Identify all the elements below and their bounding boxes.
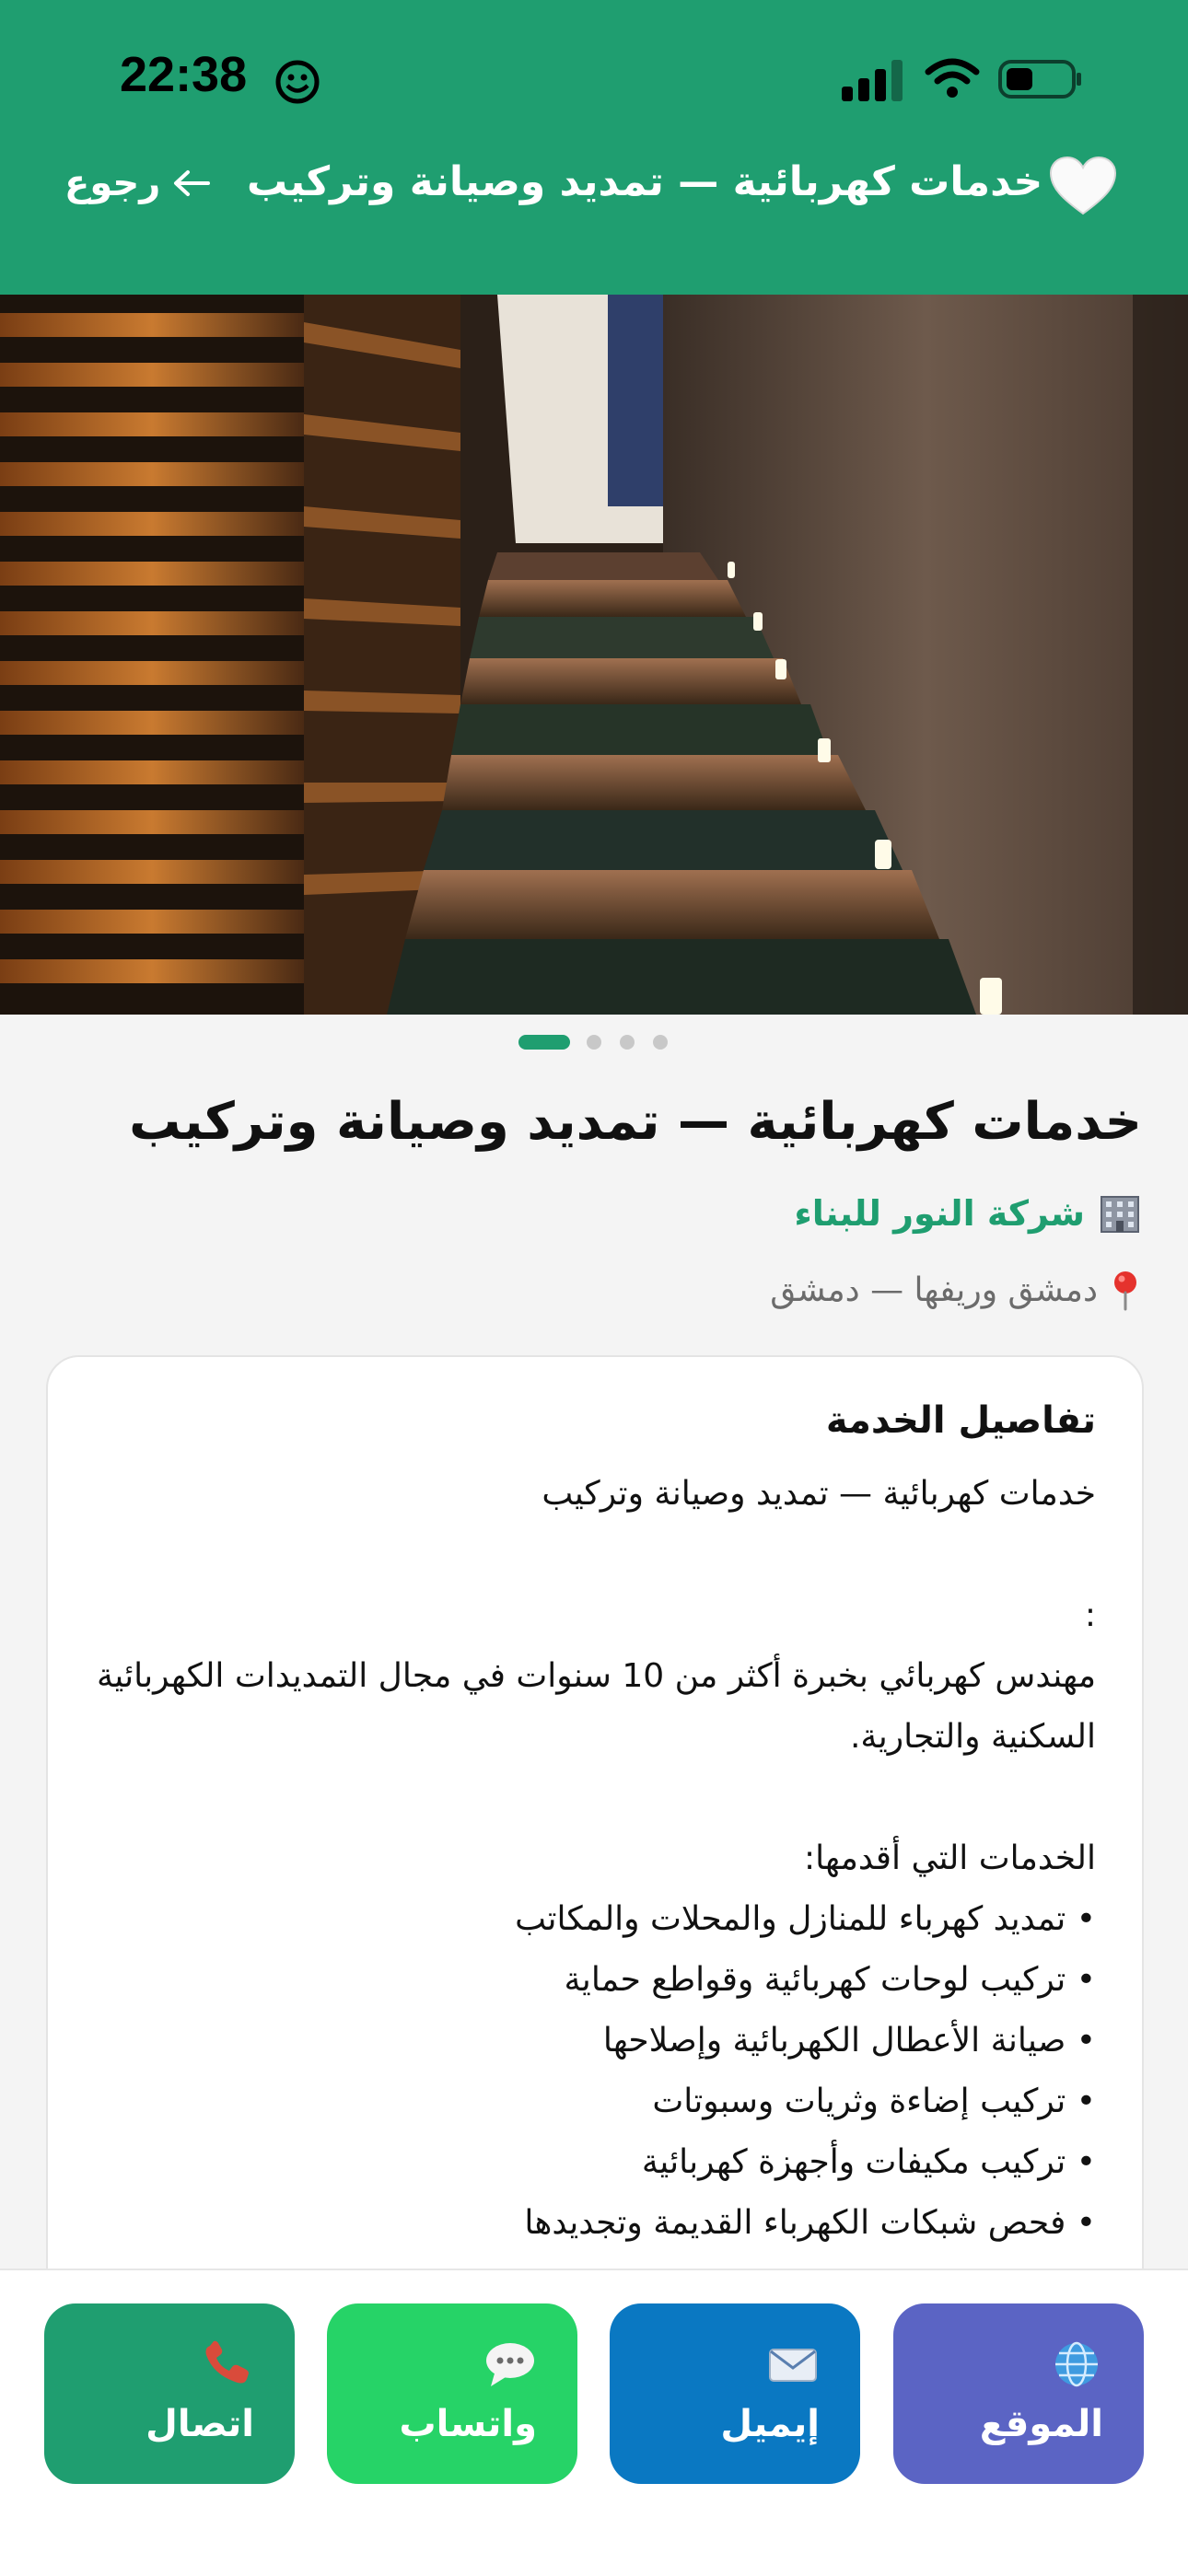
battery-icon — [998, 60, 1081, 99]
whatsapp-label: واتساب — [399, 2403, 537, 2445]
app-header: 22:38 خدمات كهربائية — تمديد وصيانة وترك… — [0, 0, 1188, 295]
service-item: • تركيب مكيفات وأجهزة كهربائية — [641, 2143, 1096, 2181]
whatsapp-button[interactable]: واتساب — [327, 2303, 577, 2484]
details-colon: : — [1084, 1596, 1096, 1634]
service-item: • تمديد كهرباء للمنازل والمحلات والمكاتب — [515, 1900, 1096, 1938]
carousel-dot[interactable] — [653, 1035, 668, 1050]
location-row: دمشق وريفها — دمشق — [770, 1269, 1142, 1311]
smiley-status-icon — [275, 60, 320, 104]
company-name: شركة النور للبناء — [794, 1193, 1085, 1234]
website-label: الموقع — [979, 2403, 1103, 2445]
listing-photo[interactable] — [0, 295, 1188, 1015]
details-heading: تفاصيل الخدمة — [825, 1399, 1096, 1442]
location-pin-icon — [1114, 1271, 1136, 1311]
carousel-dot[interactable] — [518, 1035, 570, 1050]
call-button[interactable]: اتصال — [44, 2303, 295, 2484]
services-heading: الخدمات التي أقدمها: — [803, 1839, 1096, 1877]
header-title: خدمات كهربائية — تمديد وصيانة وتركيب — [247, 158, 1043, 205]
listing-title: خدمات كهربائية — تمديد وصيانة وتركيب — [129, 1092, 1142, 1152]
status-time: 22:38 — [120, 47, 248, 102]
carousel-indicator[interactable] — [0, 1035, 1188, 1051]
company-link[interactable]: شركة النور للبناء — [794, 1193, 1142, 1234]
cellular-signal-icon — [842, 60, 903, 101]
service-item: • تركيب لوحات كهربائية وقواطع حماية — [564, 1961, 1097, 1999]
email-button[interactable]: إيميل — [610, 2303, 860, 2484]
service-item: • تركيب إضاءة وثريات وسبوتات — [652, 2083, 1096, 2120]
location-text: دمشق وريفها — دمشق — [770, 1271, 1098, 1309]
back-arrow-icon — [174, 170, 211, 196]
phone-icon — [205, 2340, 249, 2384]
details-line: خدمات كهربائية — تمديد وصيانة وتركيب — [542, 1475, 1096, 1513]
back-button[interactable]: رجوع — [64, 162, 212, 204]
service-details-card: تفاصيل الخدمة خدمات كهربائية — تمديد وصي… — [46, 1355, 1144, 2372]
website-button[interactable]: الموقع — [893, 2303, 1144, 2484]
email-label: إيميل — [720, 2403, 820, 2445]
globe-icon — [1055, 2341, 1098, 2387]
details-body: خدمات كهربائية — تمديد وصيانة وتركيب : م… — [92, 1464, 1096, 2254]
service-item: • فحص شبكات الكهرباء القديمة وتجديدها — [524, 2204, 1096, 2242]
envelope-icon — [769, 2349, 817, 2382]
building-icon — [1101, 1196, 1139, 1233]
favorite-heart-icon[interactable] — [1048, 155, 1118, 217]
carousel-dot[interactable] — [587, 1035, 601, 1050]
wifi-icon — [925, 58, 980, 98]
call-label: اتصال — [146, 2403, 254, 2445]
carousel-dot[interactable] — [620, 1035, 635, 1050]
service-item: • صيانة الأعطال الكهربائية وإصلاحها — [602, 2022, 1096, 2060]
back-label: رجوع — [64, 162, 161, 204]
details-intro: مهندس كهربائي بخبرة أكثر من 10 سنوات في … — [96, 1657, 1096, 1756]
speech-bubble-icon — [486, 2343, 534, 2386]
